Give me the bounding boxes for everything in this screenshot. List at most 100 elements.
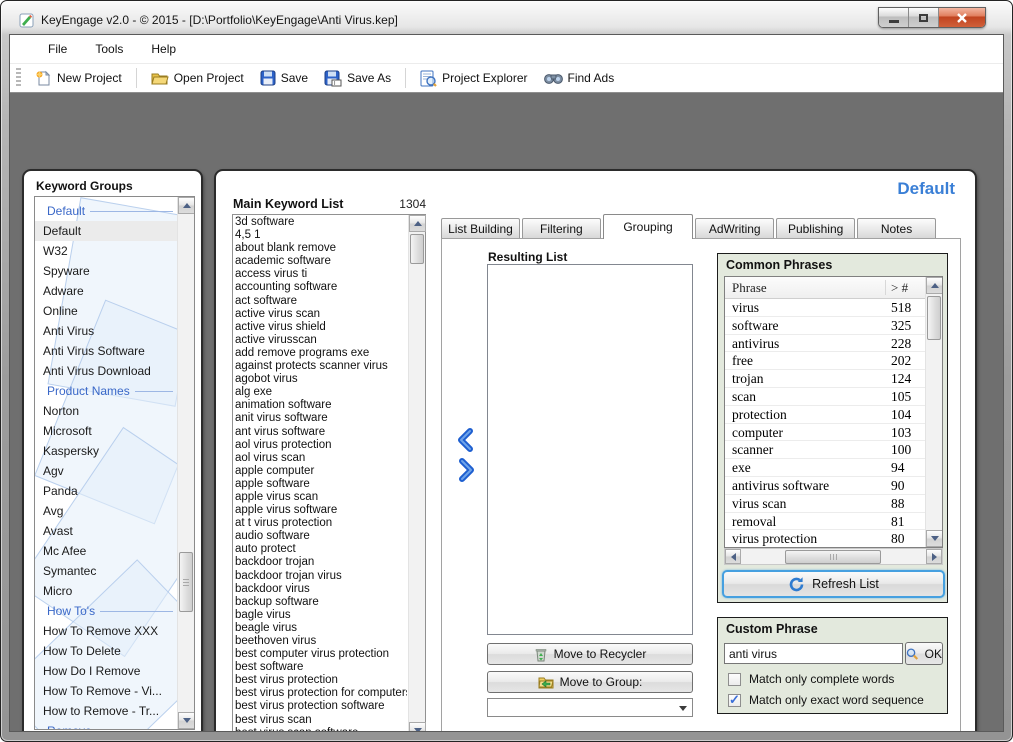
menu-file[interactable]: File	[36, 38, 79, 60]
minimize-button[interactable]	[879, 8, 909, 27]
keyword-group-item[interactable]: Anti Virus	[35, 321, 177, 341]
keyword-list-item[interactable]: aol virus protection	[235, 439, 407, 452]
keyword-group-item[interactable]: How To Remove XXX	[35, 621, 177, 641]
tab-notes[interactable]: Notes	[857, 218, 936, 239]
keyword-list-item[interactable]: active virusscan	[235, 334, 407, 347]
keyword-list-item[interactable]: best virus scan	[235, 714, 407, 727]
phrase-row[interactable]: scanner100	[725, 441, 925, 459]
keyword-list-item[interactable]: backdoor virus	[235, 583, 407, 596]
find-ads-button[interactable]: Find Ads	[538, 68, 621, 88]
phrase-row[interactable]: virus scan88	[725, 495, 925, 513]
phrase-row[interactable]: antivirus228	[725, 335, 925, 353]
tab-publishing[interactable]: Publishing	[776, 218, 855, 239]
keyword-group-item[interactable]: Spyware	[35, 261, 177, 281]
column-count[interactable]: > #	[891, 280, 908, 296]
keyword-group-item[interactable]: How to Remove - Tr...	[35, 701, 177, 721]
keyword-group-item[interactable]: How Do I Remove	[35, 661, 177, 681]
keyword-list-item[interactable]: apple virus software	[235, 504, 407, 517]
keyword-group-item[interactable]: Symantec	[35, 561, 177, 581]
keyword-list-item[interactable]: 3d software	[235, 216, 407, 229]
open-project-button[interactable]: Open Project	[145, 67, 250, 89]
keyword-list-item[interactable]: ant virus software	[235, 426, 407, 439]
ok-button[interactable]: OK	[905, 642, 943, 665]
keyword-list-item[interactable]: best virus protection for computers	[235, 687, 407, 700]
keyword-group-item[interactable]: How To Delete	[35, 641, 177, 661]
keyword-list-item[interactable]: best computer virus protection	[235, 648, 407, 661]
save-button[interactable]: Save	[254, 67, 314, 89]
keyword-list-item[interactable]: audio software	[235, 530, 407, 543]
toolbar-grip[interactable]	[16, 68, 21, 88]
keyword-group-item[interactable]: How To Remove - Vi...	[35, 681, 177, 701]
phrase-row[interactable]: computer103	[725, 424, 925, 442]
move-to-group-button[interactable]: Move to Group:	[487, 671, 693, 693]
main-list-scrollbar[interactable]	[408, 215, 425, 732]
keyword-group-item[interactable]: Anti Virus Download	[35, 361, 177, 381]
tab-adwriting[interactable]: AdWriting	[695, 218, 774, 239]
close-button[interactable]	[939, 8, 985, 27]
keyword-group-item[interactable]: Micro	[35, 581, 177, 601]
scroll-down-button[interactable]	[178, 712, 195, 729]
keyword-list-item[interactable]: beethoven virus	[235, 635, 407, 648]
scroll-down-button[interactable]	[926, 530, 943, 547]
group-select-combobox[interactable]	[487, 698, 693, 717]
keyword-list-item[interactable]: bagle virus	[235, 609, 407, 622]
keyword-list-item[interactable]: 4,5 1	[235, 229, 407, 242]
keyword-list-item[interactable]: anit virus software	[235, 412, 407, 425]
tab-list-building[interactable]: List Building	[441, 218, 520, 239]
move-right-button[interactable]	[453, 457, 479, 483]
column-phrase[interactable]: Phrase	[732, 280, 767, 296]
keyword-list-item[interactable]: active virus scan	[235, 308, 407, 321]
phrase-row[interactable]: scan105	[725, 388, 925, 406]
match-exact-sequence-option[interactable]: Match only exact word sequence	[728, 693, 924, 707]
scroll-right-button[interactable]	[926, 549, 942, 564]
scrollbar-thumb[interactable]	[927, 296, 941, 340]
move-left-button[interactable]	[453, 427, 479, 453]
keyword-group-item[interactable]: W32	[35, 241, 177, 261]
phrase-row[interactable]: free202	[725, 352, 925, 370]
keyword-list-item[interactable]: best virus protection software	[235, 700, 407, 713]
common-phrases-vscrollbar[interactable]	[925, 277, 942, 547]
scroll-down-button[interactable]	[409, 722, 426, 732]
project-explorer-button[interactable]: Project Explorer	[414, 67, 533, 90]
keyword-list-item[interactable]: backdoor trojan	[235, 556, 407, 569]
common-phrases-hscrollbar[interactable]	[724, 548, 943, 565]
new-project-button[interactable]: New Project	[29, 67, 128, 90]
keyword-list-item[interactable]: about blank remove	[235, 242, 407, 255]
keyword-list-item[interactable]: best virus protection	[235, 674, 407, 687]
keyword-list-item[interactable]: apple virus scan	[235, 491, 407, 504]
phrase-row[interactable]: antivirus software90	[725, 477, 925, 495]
keyword-list-item[interactable]: active virus shield	[235, 321, 407, 334]
keyword-list-item[interactable]: apple software	[235, 478, 407, 491]
keyword-group-item[interactable]: Default	[35, 221, 177, 241]
keyword-group-item[interactable]: Avg	[35, 501, 177, 521]
keyword-group-item[interactable]: Panda	[35, 481, 177, 501]
phrase-row[interactable]: removal81	[725, 513, 925, 531]
keyword-list-item[interactable]: best virus scan software	[235, 727, 407, 732]
keyword-list-item[interactable]: backup software	[235, 596, 407, 609]
keyword-group-item[interactable]: Adware	[35, 281, 177, 301]
move-to-recycler-button[interactable]: Move to Recycler	[487, 643, 693, 665]
keyword-list-item[interactable]: backdoor trojan virus	[235, 570, 407, 583]
scroll-up-button[interactable]	[178, 197, 195, 214]
checkbox-icon[interactable]	[728, 673, 741, 686]
keyword-group-item[interactable]: Norton	[35, 401, 177, 421]
match-complete-words-option[interactable]: Match only complete words	[728, 672, 894, 686]
keyword-list-item[interactable]: access virus ti	[235, 268, 407, 281]
phrase-row[interactable]: protection104	[725, 406, 925, 424]
tab-filtering[interactable]: Filtering	[522, 218, 601, 239]
save-as-button[interactable]: I Save As	[318, 67, 397, 90]
custom-phrase-input[interactable]	[724, 643, 903, 664]
keyword-group-item[interactable]: Online	[35, 301, 177, 321]
checkbox-icon[interactable]	[728, 694, 741, 707]
scroll-up-button[interactable]	[409, 215, 426, 232]
keyword-list-item[interactable]: auto protect	[235, 543, 407, 556]
keyword-list-item[interactable]: academic software	[235, 255, 407, 268]
keyword-group-item[interactable]: Anti Virus Software	[35, 341, 177, 361]
keyword-list-item[interactable]: act software	[235, 295, 407, 308]
keyword-list-item[interactable]: add remove programs exe	[235, 347, 407, 360]
keyword-list-item[interactable]: animation software	[235, 399, 407, 412]
keyword-list-item[interactable]: beagle virus	[235, 622, 407, 635]
keyword-list-item[interactable]: accounting software	[235, 281, 407, 294]
phrase-row[interactable]: software325	[725, 317, 925, 335]
scrollbar-thumb[interactable]	[785, 550, 881, 564]
